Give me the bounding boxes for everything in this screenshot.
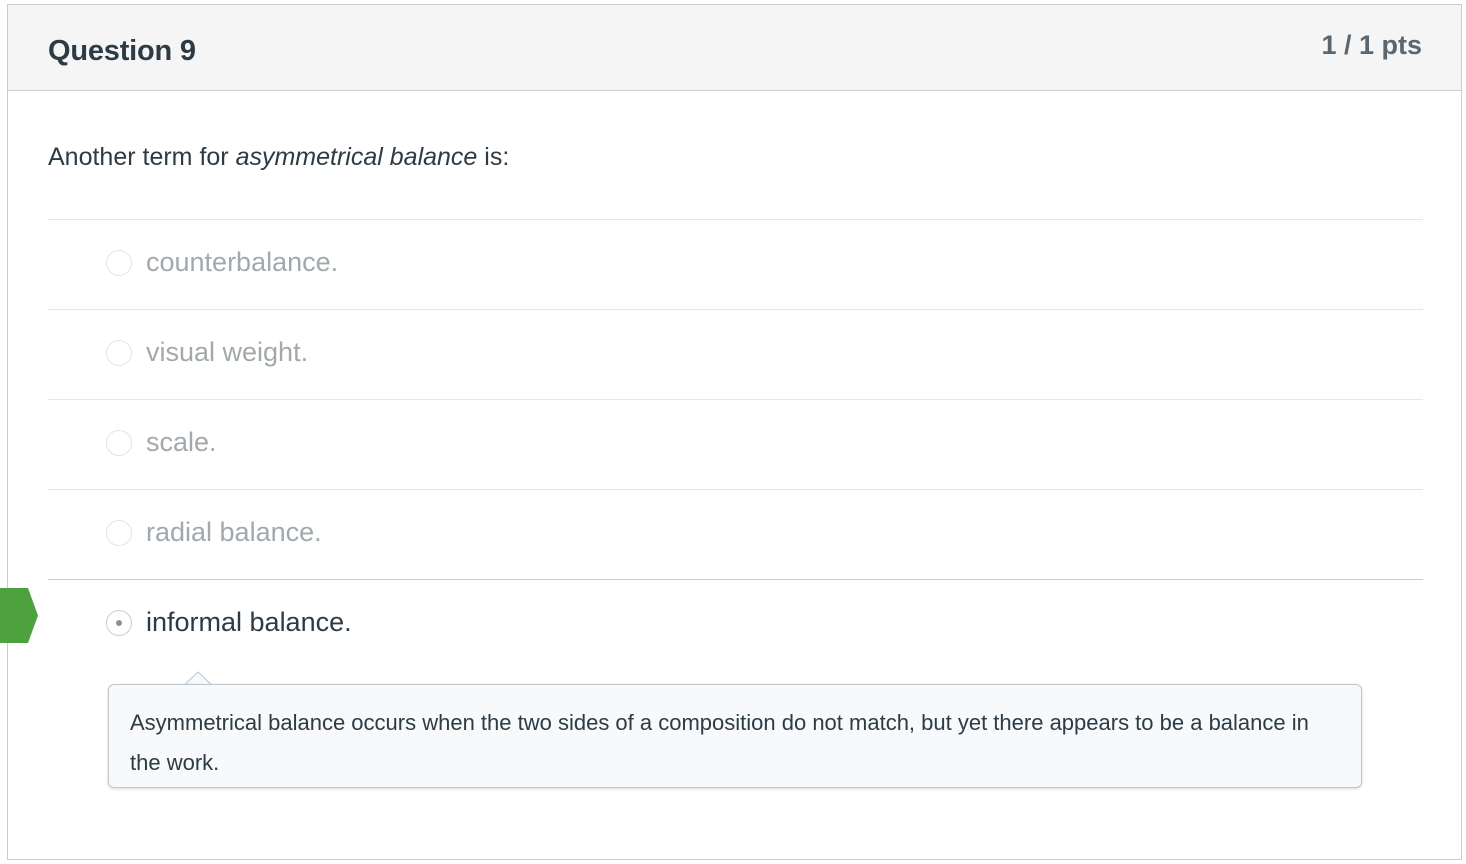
question-text: Another term for asymmetrical balance is… xyxy=(48,143,509,172)
answer-option-counterbalance[interactable]: counterbalance. xyxy=(48,219,1423,309)
answer-label: informal balance. xyxy=(146,607,352,637)
question-header: Question 9 1 / 1 pts xyxy=(8,5,1461,91)
question-title: Question 9 xyxy=(48,35,196,67)
answer-option-visual-weight[interactable]: visual weight. xyxy=(48,309,1423,399)
radio-unselected-icon[interactable] xyxy=(106,430,132,456)
answer-option-radial-balance[interactable]: radial balance. xyxy=(48,489,1423,579)
answer-list: counterbalance. visual weight. scale. ra… xyxy=(48,219,1423,669)
answer-comment-text: Asymmetrical balance occurs when the two… xyxy=(130,710,1309,775)
question-text-emphasis: asymmetrical balance xyxy=(235,143,478,171)
question-text-before: Another term for xyxy=(48,143,236,171)
radio-unselected-icon[interactable] xyxy=(106,250,132,276)
radio-unselected-icon[interactable] xyxy=(106,340,132,366)
question-text-after: is: xyxy=(477,143,510,171)
answer-label: counterbalance. xyxy=(146,247,339,277)
answer-label: scale. xyxy=(146,427,217,457)
correct-arrow-icon xyxy=(0,588,38,643)
radio-unselected-icon[interactable] xyxy=(106,520,132,546)
answer-comment: Asymmetrical balance occurs when the two… xyxy=(108,684,1362,788)
answer-option-scale[interactable]: scale. xyxy=(48,399,1423,489)
radio-selected-icon[interactable] xyxy=(106,610,132,636)
question-points: 1 / 1 pts xyxy=(1321,30,1422,60)
answer-option-informal-balance[interactable]: informal balance. xyxy=(48,579,1423,669)
answer-label: visual weight. xyxy=(146,337,309,367)
answer-label: radial balance. xyxy=(146,517,322,547)
